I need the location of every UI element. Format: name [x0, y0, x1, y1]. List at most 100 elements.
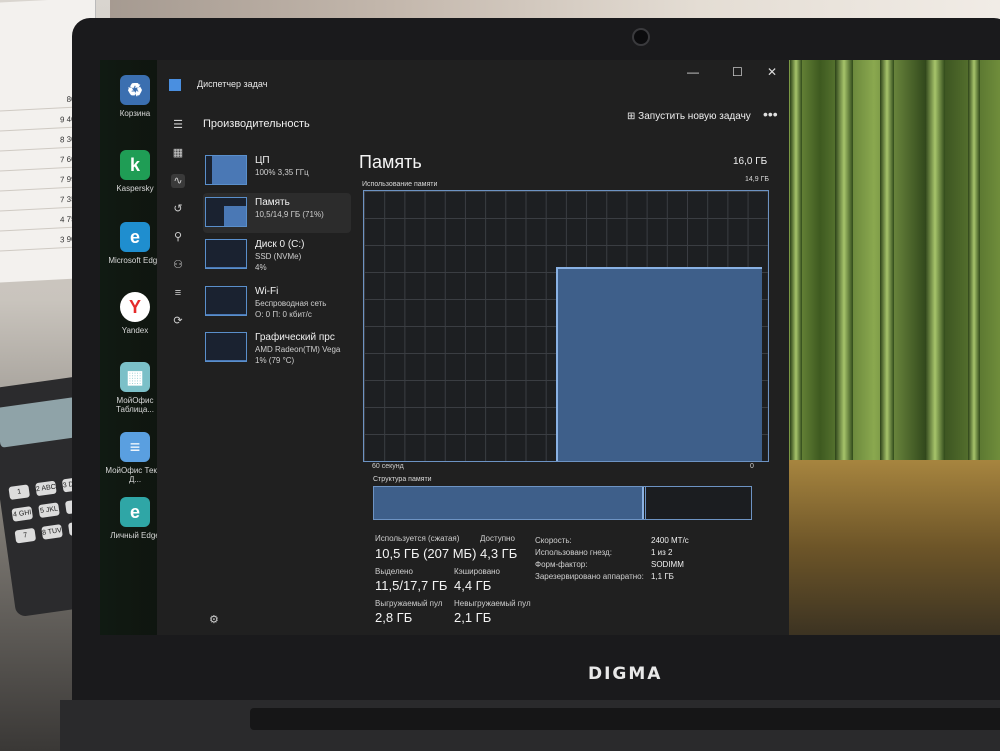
price-row: 800 [0, 94, 80, 112]
sidebar-card-line3: 1% (79 °C) [255, 356, 295, 365]
yandex-icon: Y [120, 292, 150, 322]
cached-value: 4,4 ГБ [454, 578, 492, 593]
memory-total: 16,0 ГБ [733, 156, 768, 167]
sidebar-card-title: Графический прс [255, 332, 335, 343]
committed-label: Выделено [375, 567, 413, 576]
cpu-mini-graph [205, 155, 247, 185]
spec-speed-value: 2400 MT/c [651, 536, 689, 545]
maximize-button[interactable]: ☐ [732, 65, 743, 79]
wifi-mini-graph-fill [206, 313, 246, 315]
sidebar-card-gpu[interactable]: Графический прс AMD Radeon(TM) Vega 1% (79… [203, 328, 351, 368]
available-label: Доступно [480, 534, 515, 543]
keypad-key: 4 GHI [11, 506, 34, 522]
usage-graph-label: Использование памяти [362, 181, 438, 188]
spec-reserved-label: Зарезервировано аппаратно: [535, 572, 644, 581]
spec-speed-label: Скорость: [535, 536, 572, 545]
price-row: 3 900 [0, 234, 80, 252]
app-history-icon[interactable]: ↺ [171, 202, 185, 216]
sidebar-card-line2: 10,5/14,9 ГБ (71%) [255, 210, 324, 219]
details-icon[interactable]: ≡ [171, 286, 185, 300]
nonpaged-pool-value: 2,1 ГБ [454, 610, 492, 625]
nonpaged-pool-label: Невыгружаемый пул [454, 599, 531, 608]
keypad-key: 5 JKL [38, 502, 60, 519]
title-bar[interactable]: Диспетчер задач — ☐ ✕ [157, 60, 789, 104]
paged-pool-label: Выгружаемый пул [375, 599, 443, 608]
keypad-key: 1 [8, 484, 31, 500]
sidebar-card-line2: SSD (NVMe) [255, 252, 302, 261]
minimize-button[interactable]: — [687, 65, 699, 79]
price-row: 8 300 [0, 134, 80, 152]
hamburger-menu-icon[interactable]: ☰ [171, 118, 185, 132]
usage-graph-max: 14,9 ГБ [745, 176, 769, 183]
memory-usage-area [555, 267, 762, 461]
close-button[interactable]: ✕ [767, 65, 777, 79]
sidebar-card-wifi[interactable]: Wi-Fi Беспроводная сеть О: 0 П: 0 кбит/с [203, 282, 351, 322]
more-options-button[interactable]: ••• [763, 106, 778, 122]
sidebar-card-line2: 100% 3,35 ГГц [255, 168, 309, 177]
sidebar-card-line2: Беспроводная сеть [255, 299, 327, 308]
laptop-vent [250, 708, 1000, 730]
kaspersky-icon: k [120, 150, 150, 180]
disk-mini-graph [205, 239, 247, 269]
sidebar-card-title: Память [255, 197, 290, 208]
spec-form-factor-label: Форм-фактор: [535, 560, 588, 569]
spec-slots-value: 1 из 2 [651, 548, 673, 557]
services-icon[interactable]: ⟳ [171, 314, 185, 328]
myoffice-text-icon: ≡ [120, 432, 150, 462]
wallpaper-ground [765, 460, 1000, 635]
startup-apps-icon[interactable]: ⚲ [171, 230, 185, 244]
sidebar-card-line2: AMD Radeon(TM) Vega [255, 345, 341, 354]
committed-value: 11,5/17,7 ГБ [375, 578, 448, 593]
performance-icon[interactable]: ∿ [171, 174, 185, 188]
spec-slots-label: Использовано гнезд: [535, 548, 612, 557]
keypad-key: 8 TUV [41, 524, 63, 540]
wifi-mini-graph [205, 286, 247, 316]
microsoft-edge-icon: e [120, 222, 150, 252]
run-task-icon: ⊞ [627, 111, 639, 122]
settings-gear-icon[interactable]: ⚙ [209, 613, 219, 626]
personal-edge-icon: e [120, 497, 150, 527]
sidebar-card-line3: О: 0 П: 0 кбит/с [255, 310, 312, 319]
sidebar-card-cpu[interactable]: ЦП 100% 3,35 ГГц [203, 151, 351, 191]
composition-label: Структура памяти [373, 476, 432, 483]
sidebar-card-title: ЦП [255, 155, 270, 166]
spec-reserved-value: 1,1 ГБ [651, 572, 674, 581]
disk-mini-graph-fill [206, 266, 246, 268]
cpu-mini-graph-fill [212, 156, 246, 184]
price-row: 9 400 [0, 114, 80, 132]
price-row: 7 990 [0, 174, 80, 192]
paged-pool-value: 2,8 ГБ [375, 610, 413, 625]
memory-title: Память [359, 152, 422, 172]
composition-in-use [374, 487, 642, 519]
terminal-screen [0, 397, 81, 448]
run-new-task-button[interactable]: ⊞ Запустить новую задачу [627, 111, 751, 122]
sidebar-card-title: Wi-Fi [255, 286, 279, 297]
keypad-key: 7 [14, 527, 37, 544]
cached-label: Кэшировано [454, 567, 501, 576]
graph-axis-right: 0 [750, 463, 754, 470]
users-icon[interactable]: ⚇ [171, 258, 185, 272]
task-manager-icon [169, 79, 181, 91]
webcam-icon [632, 28, 650, 46]
memory-mini-graph [205, 197, 247, 227]
price-row: 7 350 [0, 194, 80, 212]
price-row: 4 750 [0, 214, 80, 232]
in-use-value: 10,5 ГБ (207 МБ) [375, 546, 477, 561]
recycle-bin-icon: ♻ [120, 75, 150, 105]
task-manager-window: Диспетчер задач — ☐ ✕ ☰ ▦ ∿ ↺ ⚲ ⚇ ≡ ⟳ Пр… [157, 60, 789, 635]
sidebar-card-disk[interactable]: Диск 0 (C:) SSD (NVMe) 4% [203, 235, 351, 275]
in-use-label: Используется (сжатая) [375, 534, 460, 543]
nav-rail: ☰ ▦ ∿ ↺ ⚲ ⚇ ≡ ⟳ [157, 104, 197, 635]
run-task-label: Запустить новую задачу [638, 111, 751, 122]
processes-icon[interactable]: ▦ [171, 146, 185, 160]
myoffice-tables-icon: ▦ [120, 362, 150, 392]
laptop-brand-logo: DIGMA [588, 664, 663, 684]
sidebar-card-title: Диск 0 (C:) [255, 239, 305, 250]
sidebar-card-line3: 4% [255, 263, 267, 272]
sidebar-card-memory[interactable]: Память 10,5/14,9 ГБ (71%) [203, 193, 351, 233]
keypad-key: 2 ABC [35, 480, 57, 497]
memory-mini-graph-fill [224, 206, 246, 226]
window-title: Диспетчер задач [197, 79, 268, 89]
memory-composition-bar [373, 486, 752, 520]
page-title: Производительность [203, 118, 310, 130]
